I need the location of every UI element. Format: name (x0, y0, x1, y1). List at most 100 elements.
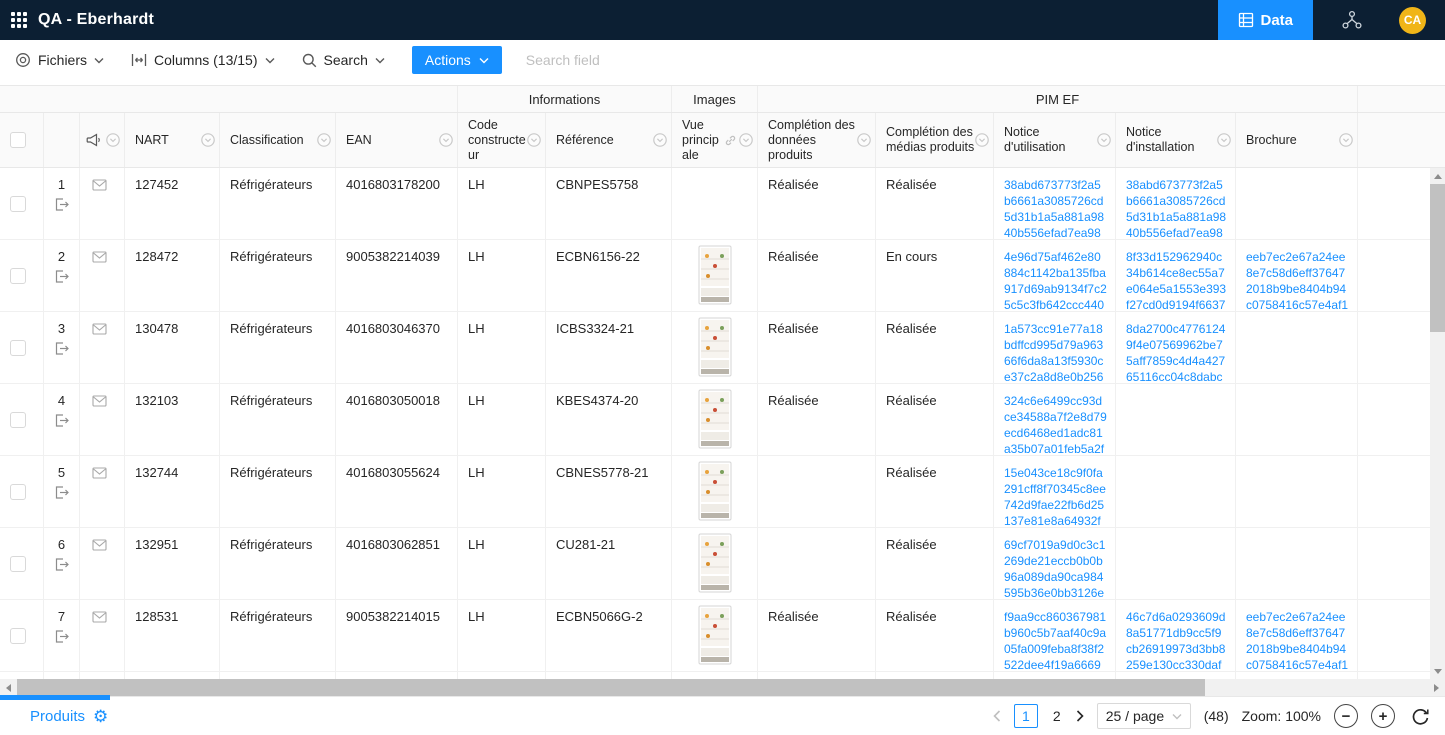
fichiers-menu[interactable]: Fichiers (15, 52, 104, 68)
refresh-button[interactable] (1408, 704, 1432, 728)
scroll-up-arrow[interactable] (1430, 168, 1445, 184)
notice-utilisation-link[interactable]: 4e96d75af462e80884c1142ba135fba917d69ab9… (1004, 249, 1107, 311)
brochure-link[interactable]: eeb7ec2e67a24ee8e7c58d6eff376472018b9be8… (1246, 249, 1349, 311)
nav-hierarchy-button[interactable] (1313, 0, 1391, 40)
filter-icon[interactable] (106, 133, 120, 147)
row-checkbox[interactable] (10, 340, 26, 356)
gear-icon[interactable]: ⚙ (93, 708, 108, 725)
envelope-icon[interactable] (92, 538, 107, 552)
open-record-icon[interactable] (54, 413, 69, 428)
cell-reference: CBNES5778-21 (546, 456, 672, 527)
filter-icon[interactable] (1097, 133, 1111, 147)
column-width-icon (131, 53, 147, 67)
scroll-down-arrow[interactable] (1430, 663, 1445, 679)
prev-page-button[interactable] (993, 710, 1001, 722)
envelope-icon[interactable] (92, 610, 107, 624)
cell-completion-medias: Réalisée (876, 168, 994, 239)
notice-utilisation-link[interactable]: 69cf7019a9d0c3c1269de21eccb0b0b96a089da9… (1004, 537, 1107, 599)
open-record-icon[interactable] (54, 197, 69, 212)
page-2-button[interactable]: 2 (1051, 708, 1063, 724)
row-number-cell: 6 (44, 528, 80, 599)
filter-icon[interactable] (317, 133, 331, 147)
notice-installation-link[interactable]: 8da2700c47761249f4e07569962be75aff7859c4… (1126, 321, 1227, 383)
notice-utilisation-link[interactable]: f9aa9cc860367981b960c5b7aaf40c9a05fa009f… (1004, 609, 1107, 671)
notice-installation-link[interactable]: 38abd673773f2a5b6661a3085726cd5d31b1a5a8… (1126, 177, 1227, 239)
zoom-in-button[interactable]: + (1371, 704, 1395, 728)
row-checkbox[interactable] (10, 412, 26, 428)
row-mail-cell (80, 168, 125, 239)
zoom-out-button[interactable]: − (1334, 704, 1358, 728)
product-image[interactable] (698, 533, 732, 599)
table-row: 7 128531 Réfrigérateurs 9005382214015 LH… (0, 600, 1445, 672)
cell-notice-installation (1116, 528, 1236, 599)
page-size-select[interactable]: 25 / page (1097, 703, 1191, 729)
notice-utilisation-link[interactable]: 324c6e6499cc93dce34588a7f2e8d79ecd6468ed… (1004, 393, 1107, 455)
notice-utilisation-link[interactable]: 15e043ce18c9f0fa291cff8f70345c8ee742d9fa… (1004, 465, 1107, 527)
open-record-icon[interactable] (54, 629, 69, 644)
envelope-icon[interactable] (92, 394, 107, 408)
cell-brochure (1236, 168, 1358, 239)
row-checkbox[interactable] (10, 268, 26, 284)
avatar[interactable]: CA (1399, 7, 1426, 34)
select-all-checkbox[interactable] (10, 132, 26, 148)
open-record-icon[interactable] (54, 485, 69, 500)
page-1-button[interactable]: 1 (1014, 704, 1038, 728)
next-page-button[interactable] (1076, 710, 1084, 722)
app-grid-icon[interactable] (11, 12, 27, 28)
search-icon (302, 53, 317, 68)
search-input[interactable] (524, 51, 854, 69)
row-checkbox-cell (0, 600, 44, 671)
row-checkbox[interactable] (10, 556, 26, 572)
envelope-icon[interactable] (92, 178, 107, 192)
envelope-icon[interactable] (92, 322, 107, 336)
filter-icon[interactable] (857, 133, 871, 147)
brochure-link[interactable]: eeb7ec2e67a24ee8e7c58d6eff376472018b9be8… (1246, 609, 1349, 671)
header-ean: EAN (336, 113, 458, 167)
filter-icon[interactable] (439, 133, 453, 147)
vertical-scrollbar[interactable] (1430, 168, 1445, 679)
row-checkbox[interactable] (10, 196, 26, 212)
envelope-icon[interactable] (92, 250, 107, 264)
filter-icon[interactable] (201, 133, 215, 147)
horizontal-scrollbar[interactable] (0, 679, 1445, 696)
row-checkbox[interactable] (10, 628, 26, 644)
nav-data-button[interactable]: Data (1218, 0, 1313, 40)
notice-installation-link[interactable]: 8f33d152962940c34b614ce8ec55a7e064e5a155… (1126, 249, 1227, 311)
row-mail-cell (80, 384, 125, 455)
scroll-right-arrow[interactable] (1428, 679, 1445, 696)
scroll-left-arrow[interactable] (0, 679, 17, 696)
columns-menu[interactable]: Columns (13/15) (131, 52, 275, 68)
filter-icon[interactable] (1217, 133, 1231, 147)
product-image[interactable] (698, 317, 732, 383)
cell-notice-installation (1116, 456, 1236, 527)
table-row: 3 130478 Réfrigérateurs 4016803046370 LH… (0, 312, 1445, 384)
filter-icon[interactable] (527, 133, 541, 147)
product-image[interactable] (698, 389, 732, 455)
horizontal-scroll-thumb[interactable] (17, 679, 1205, 696)
filter-icon[interactable] (975, 133, 989, 147)
product-image[interactable] (698, 461, 732, 527)
filter-icon[interactable] (739, 133, 753, 147)
cell-brochure (1236, 456, 1358, 527)
open-record-icon[interactable] (54, 341, 69, 356)
cell-reference: ECBN6156-22 (546, 240, 672, 311)
row-checkbox[interactable] (10, 484, 26, 500)
open-record-icon[interactable] (54, 269, 69, 284)
notice-utilisation-link[interactable]: 1a573cc91e77a18bdffcd995d79a96366f6da8a1… (1004, 321, 1107, 383)
product-image[interactable] (698, 605, 732, 671)
tab-produits[interactable]: Produits ⚙ (30, 708, 108, 725)
cell-brochure: eeb7ec2e67a24ee8e7c58d6eff376472018b9be8… (1236, 240, 1358, 311)
open-record-icon[interactable] (54, 557, 69, 572)
search-menu[interactable]: Search (302, 52, 385, 68)
notice-installation-link[interactable]: 46c7d6a0293609d8a51771db9cc5f9cb26919973… (1126, 609, 1227, 671)
actions-button[interactable]: Actions (412, 46, 502, 74)
product-image[interactable] (698, 245, 732, 311)
cell-completion-donnees: Réalisée (758, 384, 876, 455)
notice-utilisation-link[interactable]: 38abd673773f2a5b6661a3085726cd5d31b1a5a8… (1004, 177, 1107, 239)
filter-icon[interactable] (653, 133, 667, 147)
vertical-scroll-thumb[interactable] (1430, 184, 1445, 332)
footer-bar: Produits ⚙ 1 2 25 / page (48) Zoom: 100%… (0, 696, 1445, 735)
envelope-icon[interactable] (92, 466, 107, 480)
row-number-cell: 3 (44, 312, 80, 383)
filter-icon[interactable] (1339, 133, 1353, 147)
